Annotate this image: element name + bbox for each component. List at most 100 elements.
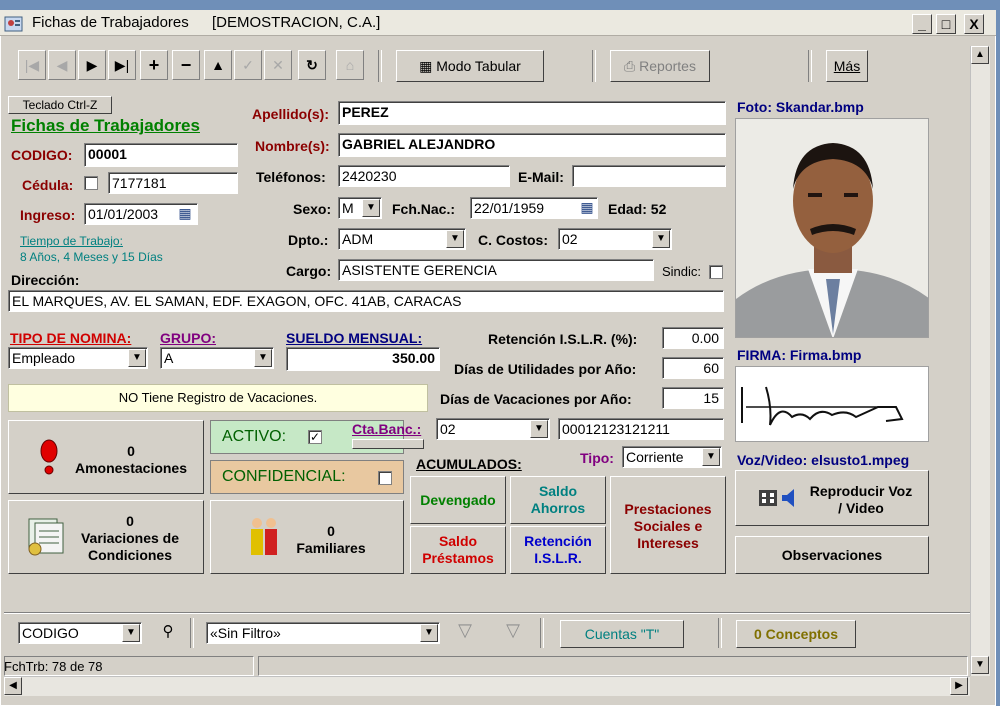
sueldo-field[interactable]: 350.00 <box>286 347 440 371</box>
cedula-checkbox[interactable] <box>84 176 98 190</box>
edit-record-icon[interactable]: ▲ <box>204 50 232 80</box>
cargo-label: Cargo: <box>286 263 332 279</box>
next-record-icon[interactable]: ▶ <box>78 50 106 80</box>
last-record-icon[interactable]: ▶| <box>108 50 136 80</box>
nombre-label: Nombre(s): <box>255 138 330 154</box>
cuentas-t-button[interactable]: Cuentas "T" <box>560 620 684 648</box>
cargo-field[interactable]: ASISTENTE GERENCIA <box>338 259 654 281</box>
ccostos-select[interactable]: 02 ▼ <box>558 228 672 250</box>
first-record-icon[interactable]: |◀ <box>18 50 46 80</box>
ctabanc-button[interactable] <box>352 439 424 449</box>
teclado-button[interactable]: Teclado Ctrl-Z <box>8 96 112 114</box>
codigo-label: CODIGO: <box>11 147 73 163</box>
chevron-down-icon[interactable]: ▼ <box>530 420 548 438</box>
calendar-icon[interactable]: ▦ <box>176 205 194 223</box>
prev-record-icon[interactable]: ◀ <box>48 50 76 80</box>
conceptos-button[interactable]: 0 Conceptos <box>736 620 856 648</box>
cedula-label: Cédula: <box>22 177 74 193</box>
ctabanc-label[interactable]: Cta.Banc.: <box>352 421 421 437</box>
calendar-icon[interactable]: ▦ <box>578 199 596 217</box>
toolbar-separator <box>190 618 194 648</box>
direccion-field[interactable]: EL MARQUES, AV. EL SAMAN, EDF. EXAGON, O… <box>8 290 724 312</box>
email-field[interactable] <box>572 165 726 187</box>
direccion-label: Dirección: <box>11 272 80 288</box>
prestaciones-button[interactable]: Prestaciones Sociales e Intereses <box>610 476 726 574</box>
scroll-right-icon[interactable]: ▶ <box>950 677 968 695</box>
tipo-nomina-select[interactable]: Empleado ▼ <box>8 347 148 369</box>
utilidades-label: Días de Utilidades por Año: <box>454 361 637 377</box>
sindic-checkbox[interactable] <box>709 265 723 279</box>
modo-tabular-button[interactable]: ▦ Modo Tabular <box>396 50 544 82</box>
telefonos-field[interactable]: 2420230 <box>338 165 510 187</box>
cancel-icon[interactable]: ✕ <box>264 50 292 80</box>
scroll-left-icon[interactable]: ◀ <box>4 677 22 695</box>
vacaciones-message: NO Tiene Registro de Vacaciones. <box>8 384 428 412</box>
observaciones-button[interactable]: Observaciones <box>735 536 929 574</box>
activo-checkbox[interactable]: ✓ <box>308 430 322 444</box>
acumulados-label: ACUMULADOS: <box>416 456 522 472</box>
confidencial-checkbox[interactable] <box>378 471 392 485</box>
saldo-prestamos-button[interactable]: Saldo Préstamos <box>410 526 506 574</box>
chevron-down-icon[interactable]: ▼ <box>652 230 670 248</box>
grupo-select[interactable]: A ▼ <box>160 347 274 369</box>
apellido-field[interactable]: PEREZ <box>338 101 726 125</box>
utilidades-field[interactable]: 60 <box>662 357 724 379</box>
cedula-field[interactable]: 7177181 <box>108 172 238 194</box>
reportes-button[interactable]: ⎙ Reportes <box>610 50 710 82</box>
tipo-select[interactable]: Corriente ▼ <box>622 446 722 468</box>
devengado-button[interactable]: Devengado <box>410 476 506 524</box>
vacaciones-label: Días de Vacaciones por Año: <box>440 391 632 407</box>
horizontal-scrollbar[interactable] <box>4 676 970 696</box>
chevron-down-icon[interactable]: ▼ <box>254 349 272 367</box>
ingreso-label: Ingreso: <box>20 207 76 223</box>
mas-button[interactable]: Más <box>826 50 868 82</box>
confirm-icon[interactable]: ✓ <box>234 50 262 80</box>
retencion-islr-button[interactable]: Retención I.S.L.R. <box>510 526 606 574</box>
scroll-down-icon[interactable]: ▼ <box>971 656 989 674</box>
filter-icon[interactable]: ▽ <box>450 620 480 646</box>
scroll-up-icon[interactable]: ▲ <box>971 46 989 64</box>
orden-select[interactable]: CODIGO ▼ <box>18 622 142 644</box>
banco-select[interactable]: 02 ▼ <box>436 418 550 440</box>
chevron-down-icon[interactable]: ▼ <box>362 199 380 217</box>
confidencial-label: CONFIDENCIAL: <box>222 468 346 485</box>
close-button[interactable]: X <box>964 14 984 34</box>
retencion-label: Retención I.S.L.R. (%): <box>488 331 638 347</box>
employee-photo <box>735 118 929 338</box>
warning-icon <box>37 439 61 479</box>
familiares-button[interactable]: 0 Familiares <box>210 500 404 574</box>
saldo-ahorros-button[interactable]: Saldo Ahorros <box>510 476 606 524</box>
foto-label: Foto: Skandar.bmp <box>737 99 864 115</box>
chevron-down-icon[interactable]: ▼ <box>446 230 464 248</box>
minimize-button[interactable]: _ <box>912 14 932 34</box>
nombre-field[interactable]: GABRIEL ALEJANDRO <box>338 133 726 157</box>
binoculars-icon[interactable]: ⚲ <box>156 622 180 644</box>
retencion-field[interactable]: 0.00 <box>662 327 724 349</box>
vertical-scrollbar[interactable] <box>970 46 990 676</box>
dpto-select[interactable]: ADM ▼ <box>338 228 466 250</box>
tipo-label: Tipo: <box>580 450 614 466</box>
sexo-label: Sexo: <box>293 201 332 217</box>
refresh-icon[interactable]: ↻ <box>298 50 326 80</box>
video-speaker-icon <box>758 487 800 513</box>
clear-filter-icon[interactable]: ▽ <box>498 620 528 646</box>
cuenta-field[interactable]: 00012123121211 <box>558 418 724 440</box>
vacaciones-field[interactable]: 15 <box>662 387 724 409</box>
add-record-icon[interactable]: + <box>140 50 168 80</box>
delete-record-icon[interactable]: − <box>172 50 200 80</box>
filtro-select[interactable]: «Sin Filtro» ▼ <box>206 622 440 644</box>
chevron-down-icon[interactable]: ▼ <box>128 349 146 367</box>
chevron-down-icon[interactable]: ▼ <box>420 624 438 642</box>
firma-label: FIRMA: Firma.bmp <box>737 347 862 363</box>
chevron-down-icon[interactable]: ▼ <box>122 624 140 642</box>
codigo-field[interactable]: 00001 <box>84 143 238 167</box>
chevron-down-icon[interactable]: ▼ <box>702 448 720 466</box>
maximize-button[interactable]: □ <box>936 14 956 34</box>
email-label: E-Mail: <box>518 169 564 185</box>
variaciones-button[interactable]: 0 Variaciones de Condiciones <box>8 500 204 574</box>
tiempo-trabajo-link[interactable]: Tiempo de Trabajo: <box>20 234 123 248</box>
lock-icon[interactable]: ⌂ <box>336 50 364 80</box>
amonestaciones-button[interactable]: 0 Amonestaciones <box>8 420 204 494</box>
sexo-select[interactable]: M ▼ <box>338 197 382 219</box>
reproducir-button[interactable]: Reproducir Voz / Video <box>735 470 929 526</box>
